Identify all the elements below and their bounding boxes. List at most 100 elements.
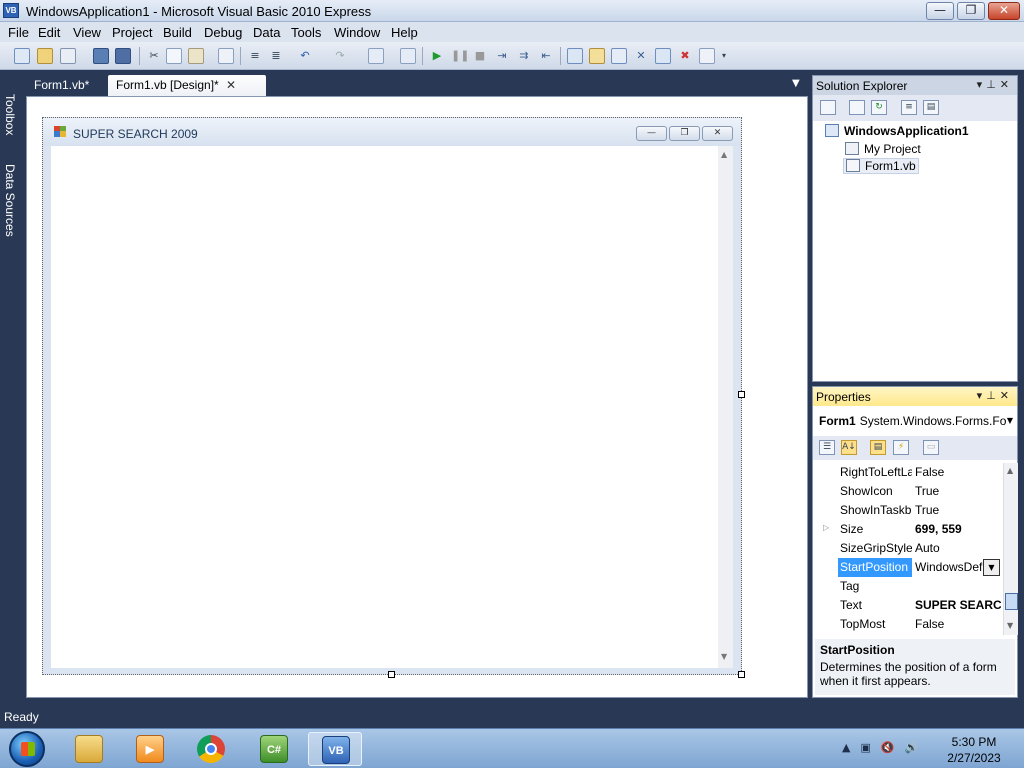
show-all-files-icon[interactable] xyxy=(820,100,836,115)
property-value[interactable]: 699, 559 xyxy=(913,520,1001,539)
property-value[interactable]: True xyxy=(913,482,1001,501)
property-row[interactable]: ShowIcon True xyxy=(813,482,1003,501)
taskbar-visual-basic[interactable]: VB xyxy=(308,732,362,766)
menu-file[interactable]: File xyxy=(8,25,29,40)
taskbar-chrome[interactable] xyxy=(184,732,238,766)
navigate-icon[interactable] xyxy=(368,48,384,64)
property-row[interactable]: ▷ Size 699, 559 xyxy=(813,520,1003,539)
solution-explorer-icon[interactable] xyxy=(567,48,583,64)
menu-edit[interactable]: Edit xyxy=(38,25,60,40)
menu-debug[interactable]: Debug xyxy=(204,25,242,40)
form1-designer-frame[interactable]: SUPER SEARCH 2009 — ❐ ✕ ▲ ▼ xyxy=(42,117,742,675)
cut-icon[interactable]: ✂ xyxy=(146,48,162,64)
toolbar-options-icon[interactable]: ▾ xyxy=(719,48,729,64)
property-row[interactable]: TopMost False xyxy=(813,615,1003,634)
menu-data[interactable]: Data xyxy=(253,25,280,40)
scroll-up-icon[interactable]: ▲ xyxy=(1007,466,1013,475)
property-row[interactable]: Tag xyxy=(813,577,1003,596)
tab-form1-design[interactable]: Form1.vb [Design]* ✕ xyxy=(108,75,266,96)
property-value[interactable]: Auto xyxy=(913,539,1001,558)
scroll-down-icon[interactable]: ▼ xyxy=(721,652,727,661)
menu-project[interactable]: Project xyxy=(112,25,152,40)
scroll-up-icon[interactable]: ▲ xyxy=(721,150,727,159)
scroll-down-icon[interactable]: ▼ xyxy=(1007,621,1013,630)
tab-list-dropdown-icon[interactable]: ▼ xyxy=(792,78,800,89)
menu-window[interactable]: Window xyxy=(334,25,380,40)
property-value[interactable]: True xyxy=(913,501,1001,520)
error-list-icon[interactable] xyxy=(655,48,671,64)
step-out-icon[interactable]: ⇤ xyxy=(538,48,554,64)
form-vertical-scrollbar[interactable]: ▲ ▼ xyxy=(718,146,733,668)
start-button[interactable] xyxy=(9,731,45,767)
expand-icon[interactable]: ▷ xyxy=(823,523,829,532)
redo-icon[interactable]: ↷ xyxy=(332,48,348,64)
data-sources-tab[interactable]: Data Sources xyxy=(2,164,18,237)
property-value[interactable]: False xyxy=(913,615,1001,634)
tree-item-form1[interactable]: Form1.vb xyxy=(843,158,919,174)
save-icon[interactable] xyxy=(93,48,109,64)
find-icon[interactable] xyxy=(218,48,234,64)
dropdown-arrow-icon[interactable]: ▼ xyxy=(983,559,1000,576)
form-maximize-button[interactable]: ❐ xyxy=(669,126,700,141)
toolbox-icon[interactable]: ✕ xyxy=(633,48,649,64)
panel-window-buttons[interactable]: ▾⊥✕ xyxy=(977,78,1013,91)
scrollbar-thumb[interactable] xyxy=(1005,593,1018,610)
property-row[interactable]: RightToLeftLa False xyxy=(813,463,1003,482)
output-icon[interactable] xyxy=(699,48,715,64)
refresh-icon[interactable]: ↻ xyxy=(871,100,887,115)
new-project-icon[interactable] xyxy=(14,48,30,64)
object-selector[interactable]: Form1 System.Windows.Forms.Fo ▼ xyxy=(815,409,1015,433)
vb-app-icon[interactable]: VB xyxy=(3,3,19,18)
resize-handle-right[interactable] xyxy=(738,391,745,398)
property-value[interactable]: False xyxy=(913,463,1001,482)
paste-icon[interactable] xyxy=(188,48,204,64)
tree-item-my-project[interactable]: My Project xyxy=(845,142,921,156)
save-all-icon[interactable] xyxy=(115,48,131,64)
toolbox-tab[interactable]: Toolbox xyxy=(2,94,18,135)
pause-icon[interactable]: ❚❚ xyxy=(451,48,469,64)
events-icon[interactable]: ⚡ xyxy=(893,440,909,455)
navigate-forward-icon[interactable] xyxy=(400,48,416,64)
step-over-icon[interactable]: ⇉ xyxy=(516,48,532,64)
property-value[interactable] xyxy=(913,577,1001,596)
chevron-down-icon[interactable]: ▼ xyxy=(1007,416,1013,425)
form-designer-surface[interactable]: SUPER SEARCH 2009 — ❐ ✕ ▲ ▼ xyxy=(26,96,808,698)
form-minimize-button[interactable]: — xyxy=(636,126,667,141)
categorized-icon[interactable]: ☰ xyxy=(819,440,835,455)
add-item-icon[interactable] xyxy=(60,48,76,64)
uncomment-icon[interactable]: ≣ xyxy=(268,48,284,64)
menu-tools[interactable]: Tools xyxy=(291,25,321,40)
properties-icon[interactable] xyxy=(849,100,865,115)
system-tray[interactable]: ▲▣🔇🔊 xyxy=(842,741,928,754)
tree-item-solution[interactable]: WindowsApplication1 xyxy=(825,124,969,138)
property-row[interactable]: ShowInTaskb True xyxy=(813,501,1003,520)
resize-handle-bottom[interactable] xyxy=(388,671,395,678)
menu-build[interactable]: Build xyxy=(163,25,192,40)
property-pages-icon[interactable]: ▭ xyxy=(923,440,939,455)
form-client-area[interactable] xyxy=(51,146,718,668)
menu-view[interactable]: View xyxy=(73,25,101,40)
stop-icon[interactable]: ■ xyxy=(472,48,488,64)
alphabetical-icon[interactable]: A↓ xyxy=(841,440,857,455)
tab-form1-code[interactable]: Form1.vb* xyxy=(26,75,97,96)
panel-window-buttons[interactable]: ▾⊥✕ xyxy=(977,389,1013,402)
step-into-icon[interactable]: ⇥ xyxy=(494,48,510,64)
property-row-selected[interactable]: StartPosition WindowsDef ▼ xyxy=(813,558,1003,577)
taskbar-media-player[interactable]: ▶ xyxy=(123,732,177,766)
close-tab-icon[interactable]: ✕ xyxy=(226,78,236,92)
taskbar-visual-csharp[interactable]: C# xyxy=(247,732,301,766)
property-grid-scrollbar[interactable]: ▲ ▼ xyxy=(1003,463,1018,635)
property-value[interactable]: SUPER SEARCH xyxy=(913,596,1001,615)
menu-help[interactable]: Help xyxy=(391,25,418,40)
comment-icon[interactable]: ≡ xyxy=(247,48,263,64)
property-row[interactable]: Text SUPER SEARCH xyxy=(813,596,1003,615)
immediate-icon[interactable]: ✖ xyxy=(677,48,693,64)
copy-icon[interactable] xyxy=(166,48,182,64)
object-browser-icon[interactable] xyxy=(611,48,627,64)
undo-icon[interactable]: ↶ xyxy=(297,48,313,64)
maximize-button[interactable]: ❐ xyxy=(957,2,985,20)
properties-icon[interactable] xyxy=(589,48,605,64)
property-row[interactable]: SizeGripStyle Auto xyxy=(813,539,1003,558)
start-debugging-icon[interactable]: ▶ xyxy=(429,48,445,64)
clock[interactable]: 5:30 PM 2/27/2023 xyxy=(943,734,1005,766)
